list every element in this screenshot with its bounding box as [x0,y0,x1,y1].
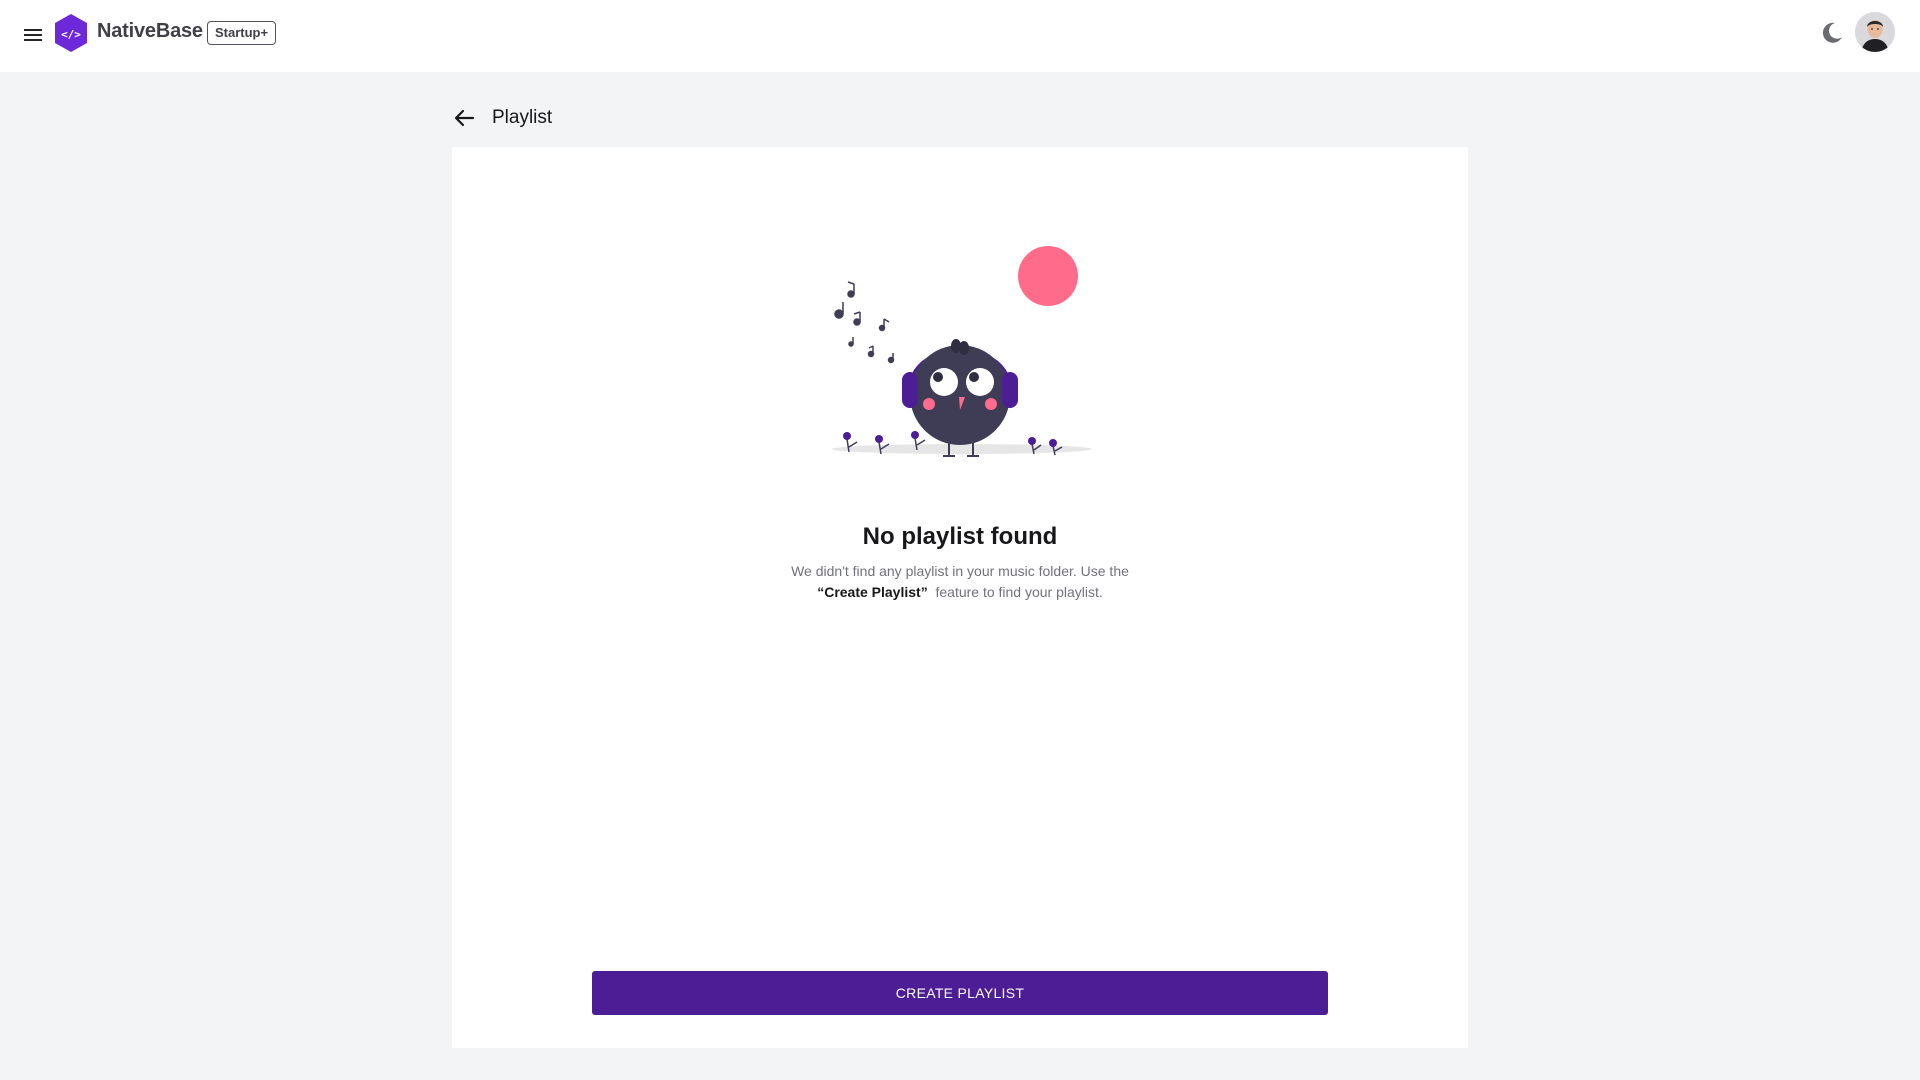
top-bar: </> NativeBase Startup+ [0,0,1920,72]
brand-name: NativeBase [97,20,203,42]
bird-headphones-illustration [827,242,1097,457]
svg-text:</>: </> [61,28,81,41]
plan-badge: Startup+ [207,21,277,45]
create-playlist-button[interactable]: CREATE PLAYLIST [592,971,1328,1015]
playlist-card: No playlist found We didn't find any pla… [452,147,1468,1048]
empty-state-title: No playlist found [862,523,1058,550]
empty-state-description: We didn't find any playlist in your musi… [790,561,1130,603]
empty-state-desc-highlight: “Create Playlist” [817,584,928,600]
empty-state-desc-after: feature to find your playlist. [927,584,1103,600]
menu-icon[interactable] [20,22,46,48]
moon-icon[interactable] [1818,19,1846,47]
arrow-left-icon[interactable] [452,106,476,130]
logo-icon[interactable]: </> [53,13,89,53]
avatar[interactable] [1855,12,1895,52]
page-title: Playlist [492,107,553,128]
empty-state-desc-before: We didn't find any playlist in your musi… [791,563,1129,579]
page-header: Playlist [452,104,552,132]
